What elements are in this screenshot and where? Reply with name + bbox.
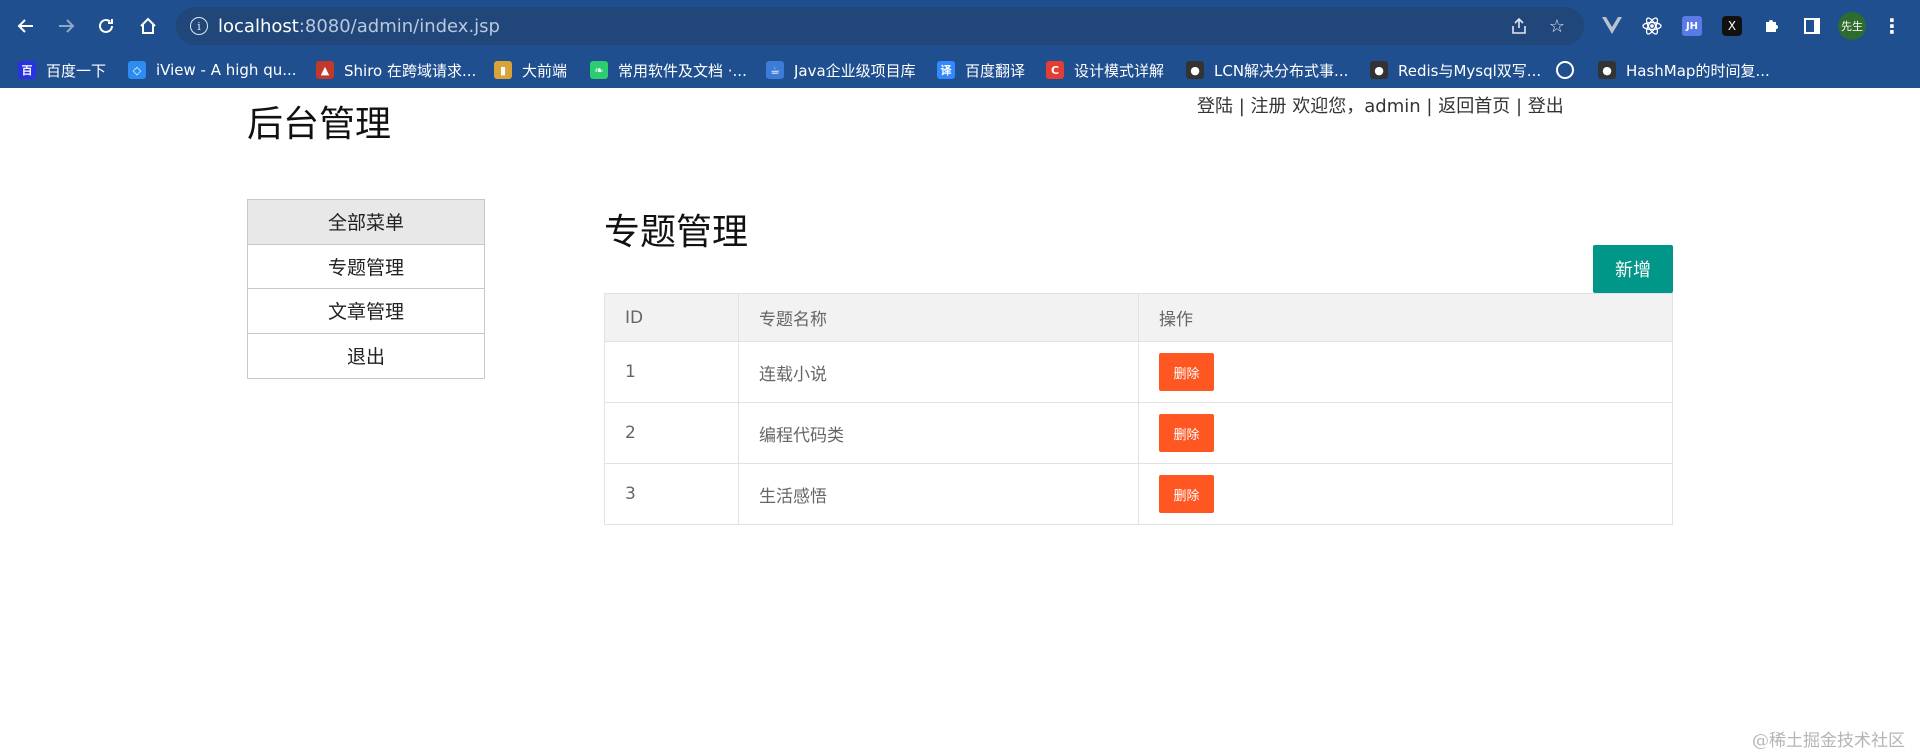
bookmark-label: 常用软件及文档 ·... — [618, 61, 747, 80]
separator: | — [1238, 96, 1245, 117]
bookmark-label: 设计模式详解 — [1074, 61, 1165, 80]
cell-name: 生活感悟 — [738, 463, 1139, 525]
leaf-icon: ❧ — [590, 61, 608, 79]
separator: | — [1426, 96, 1433, 117]
column-header-id: ID — [604, 293, 739, 342]
bookmark-label: 大前端 — [522, 61, 568, 80]
bookmark-item[interactable]: C 设计模式详解 — [1046, 57, 1166, 83]
react-devtools-icon[interactable] — [1640, 14, 1664, 38]
csdn-icon: C — [1046, 61, 1064, 79]
column-header-name: 专题名称 — [738, 293, 1139, 342]
translate-icon: 译 — [937, 61, 955, 79]
bookmark-label: Java企业级项目库 — [794, 61, 916, 80]
cell-action: 删除 — [1138, 341, 1673, 403]
bookmark-label: 百度一下 — [46, 61, 107, 80]
register-link[interactable]: 注册 — [1251, 96, 1287, 117]
java-icon: ☕ — [766, 61, 784, 79]
add-button[interactable]: 新增 — [1593, 245, 1673, 293]
menu-item-all[interactable]: 全部菜单 — [248, 200, 484, 245]
separator: | — [1515, 96, 1523, 117]
share-icon[interactable] — [1508, 15, 1530, 37]
iview-icon: ◇ — [128, 61, 146, 79]
topics-table: ID 专题名称 操作 1 连载小说 删除 2 编程代码类 删除 3 生活感悟 删… — [604, 293, 1673, 525]
extensions-puzzle-icon[interactable] — [1760, 14, 1784, 38]
home-icon[interactable] — [134, 12, 162, 40]
cell-action: 删除 — [1138, 402, 1673, 464]
cell-id: 2 — [604, 402, 739, 464]
section-title: 专题管理 — [604, 212, 749, 253]
forward-arrow-icon[interactable] — [52, 12, 80, 40]
bookmark-label: LCN解决分布式事... — [1214, 61, 1349, 80]
bookmarks-bar: 百 百度一下 ◇ iView - A high qu... ▲ Shiro 在跨… — [0, 52, 1920, 88]
github-icon: ● — [1598, 61, 1616, 79]
globe-icon — [1556, 61, 1574, 79]
bookmark-label: HashMap的时间复... — [1626, 61, 1770, 80]
menu-item-articles[interactable]: 文章管理 — [248, 289, 484, 334]
menu-item-exit[interactable]: 退出 — [248, 333, 484, 378]
x-extension-icon[interactable]: X — [1722, 16, 1742, 36]
cell-id: 1 — [604, 341, 739, 403]
sidebar-menu: 全部菜单 专题管理 文章管理 退出 — [247, 199, 485, 379]
bookmark-item[interactable]: ▲ Shiro 在跨域请求... — [316, 57, 476, 83]
table-row: 2 编程代码类 删除 — [604, 402, 1673, 464]
bookmark-star-icon[interactable]: ☆ — [1546, 15, 1568, 37]
github-icon: ● — [1370, 61, 1388, 79]
github-icon: ● — [1186, 61, 1204, 79]
column-header-action: 操作 — [1138, 293, 1673, 342]
back-home-link[interactable]: 返回首页 — [1438, 96, 1510, 117]
bookmark-item[interactable]: 译 百度翻译 — [937, 57, 1037, 83]
login-link[interactable]: 登陆 — [1197, 96, 1233, 117]
delete-button[interactable]: 删除 — [1159, 414, 1214, 452]
bookmark-label: 百度翻译 — [965, 61, 1026, 80]
address-bar[interactable]: i localhost:8080/admin/index.jsp ☆ — [176, 7, 1584, 45]
bookmark-item[interactable]: ● LCN解决分布式事... — [1186, 57, 1351, 83]
url-host: localhost — [218, 16, 299, 37]
profile-avatar[interactable]: 先生 — [1838, 12, 1866, 40]
more-menu-icon[interactable]: ⋮ — [1880, 14, 1904, 38]
bookmark-item[interactable]: ◇ iView - A high qu... — [128, 57, 298, 83]
table-row: 3 生活感悟 删除 — [604, 463, 1673, 525]
bookmark-item[interactable] — [1556, 57, 1580, 83]
browser-toolbar: i localhost:8080/admin/index.jsp ☆ JH X … — [0, 0, 1920, 52]
book-icon: ▮ — [494, 61, 512, 79]
delete-button[interactable]: 删除 — [1159, 475, 1214, 513]
bookmark-item[interactable]: ☕ Java企业级项目库 — [766, 57, 926, 83]
back-arrow-icon[interactable] — [12, 12, 40, 40]
url-text[interactable]: localhost:8080/admin/index.jsp — [218, 16, 500, 37]
bookmark-item[interactable]: ● HashMap的时间复... — [1598, 57, 1773, 83]
vue-devtools-icon[interactable] — [1600, 14, 1624, 38]
table-row: 1 连载小说 删除 — [604, 341, 1673, 403]
welcome-text: 欢迎您，admin — [1292, 96, 1421, 117]
bookmark-label: Shiro 在跨域请求... — [344, 61, 476, 80]
juejin-icon: ▲ — [316, 61, 334, 79]
bookmark-label: Redis与Mysql双写... — [1398, 61, 1540, 80]
delete-button[interactable]: 删除 — [1159, 353, 1214, 391]
cell-action: 删除 — [1138, 463, 1673, 525]
bookmark-item[interactable]: 百 百度一下 — [18, 57, 110, 83]
site-info-icon[interactable]: i — [190, 17, 208, 35]
menu-item-topics[interactable]: 专题管理 — [248, 244, 484, 289]
bookmark-item[interactable]: ❧ 常用软件及文档 ·... — [590, 57, 750, 83]
table-header-row: ID 专题名称 操作 — [604, 293, 1673, 342]
bookmark-item[interactable]: ● Redis与Mysql双写... — [1370, 57, 1540, 83]
baidu-icon: 百 — [18, 61, 36, 79]
url-path: :8080/admin/index.jsp — [298, 16, 500, 37]
user-bar: 登陆 | 注册 欢迎您，admin | 返回首页 | 登出 — [1197, 92, 1564, 118]
cell-id: 3 — [604, 463, 739, 525]
bookmark-label: iView - A high qu... — [156, 61, 297, 79]
jh-extension-icon[interactable]: JH — [1682, 16, 1702, 36]
page-title: 后台管理 — [247, 104, 392, 145]
reload-icon[interactable] — [92, 12, 120, 40]
cell-name: 编程代码类 — [738, 402, 1139, 464]
watermark: @稀土掘金技术社区 — [1752, 731, 1905, 751]
logout-link[interactable]: 登出 — [1528, 96, 1564, 117]
cell-name: 连载小说 — [738, 341, 1139, 403]
side-panel-icon[interactable] — [1800, 14, 1824, 38]
bookmark-item[interactable]: ▮ 大前端 — [494, 57, 574, 83]
